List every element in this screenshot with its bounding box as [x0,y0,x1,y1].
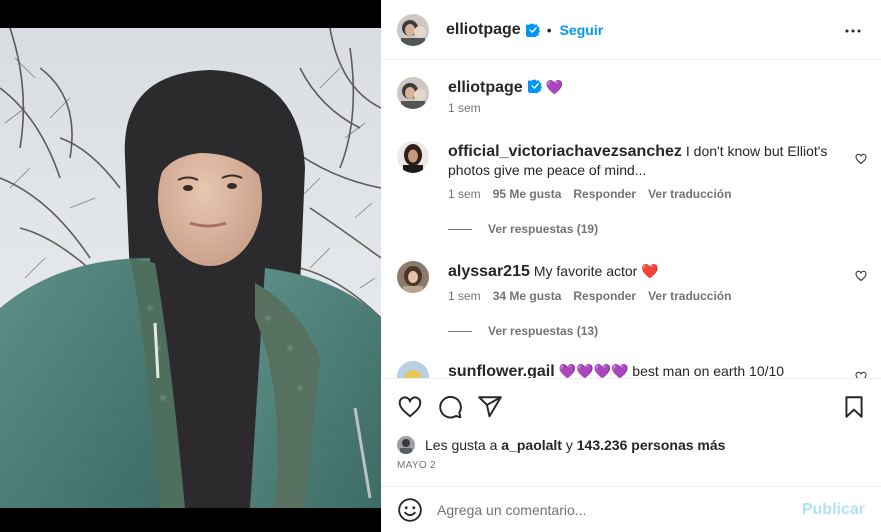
author-avatar-image [397,13,429,46]
likes-middle: y [565,437,573,453]
comment-like-heart-icon[interactable] [855,270,867,282]
verified-badge-icon [527,79,542,93]
comment-like-heart-icon[interactable] [855,153,867,165]
more-options-icon[interactable] [844,22,862,40]
comment-text: official_victoriachavezsanchez I don't kn… [448,142,858,179]
reply-button[interactable]: Responder [573,187,636,201]
comment-text: alyssar215 My favorite actor ❤️ [448,262,858,281]
post-details-panel: elliotpage • Seguir elliotpage 💜 1 sem o… [381,0,881,532]
verified-badge-icon [525,22,540,37]
comment-like-count[interactable]: 95 Me gusta [493,187,562,201]
emoji-icon[interactable] [397,497,423,523]
likes-prefix: Les gusta a [425,437,498,453]
commenter-avatar-image [397,141,429,173]
comment-like-count[interactable]: 34 Me gusta [493,289,562,303]
commenter-avatar-image [397,261,429,293]
post-media[interactable] [0,0,381,532]
commenter-avatar[interactable] [397,141,429,173]
comment-body: 💜💜💜💜 best man on earth 10/10 [558,363,785,378]
replies-divider-line [448,330,472,332]
comment-composer: Publicar [381,486,881,532]
translate-button[interactable]: Ver traducción [648,187,731,201]
post-photo-image [0,28,381,508]
caption-meta: 1 sem [448,101,481,115]
post-header: elliotpage • Seguir [381,0,881,60]
post-date[interactable]: MAYO 2 [397,460,436,471]
follow-button[interactable]: Seguir [560,22,604,38]
replies-divider-line [448,228,472,230]
share-icon[interactable] [477,394,503,420]
caption-emoji: 💜 [545,79,564,95]
likes-summary: Les gusta a a_paolalt y 143.236 personas… [397,436,725,454]
caption-text: elliotpage 💜 [448,78,858,97]
comment-item: official_victoriachavezsanchez I don't kn… [397,141,867,241]
liker-avatar[interactable] [397,436,415,454]
comment-item: alyssar215 My favorite actor ❤️ 1 sem 34 … [397,261,867,341]
heart-icon[interactable] [397,394,423,420]
commenter-avatar[interactable] [397,261,429,293]
likes-user[interactable]: a_paolalt [501,437,562,453]
comment-timestamp[interactable]: 1 sem [448,289,481,303]
publish-button[interactable]: Publicar [802,501,865,519]
comment-meta: 1 sem 34 Me gusta Responder Ver traducci… [448,289,731,303]
comment-like-heart-icon[interactable] [855,371,867,378]
likes-count[interactable]: 143.236 personas más [577,437,726,453]
comment-item: sunflower.gail 💜💜💜💜 best man on earth 10/… [397,361,867,378]
caption-username[interactable]: elliotpage [448,79,523,96]
bookmark-icon[interactable] [841,394,867,420]
caption-avatar[interactable] [397,77,429,109]
view-replies-button[interactable]: Ver respuestas (13) [448,324,598,338]
comment-meta: 1 sem 95 Me gusta Responder Ver traducci… [448,187,731,201]
comment-body: My favorite actor ❤️ [533,263,659,279]
view-replies-label: Ver respuestas (13) [488,324,599,338]
post-actions-bar [381,378,881,432]
comment-username[interactable]: alyssar215 [448,263,530,280]
comment-username[interactable]: official_victoriachavezsanchez [448,143,682,160]
commenter-avatar-image [397,361,429,378]
post-photo[interactable] [0,28,381,508]
comment-username[interactable]: sunflower.gail [448,363,555,378]
comment-icon[interactable] [437,394,463,420]
comment-text: sunflower.gail 💜💜💜💜 best man on earth 10/… [448,362,858,378]
commenter-avatar[interactable] [397,361,429,378]
translate-button[interactable]: Ver traducción [648,289,731,303]
caption-timestamp[interactable]: 1 sem [448,101,481,115]
view-replies-label: Ver respuestas (19) [488,222,599,236]
comment-timestamp[interactable]: 1 sem [448,187,481,201]
caption-avatar-image [397,77,429,109]
liker-avatar-image [397,436,415,454]
caption: elliotpage 💜 1 sem [397,77,867,117]
author-username[interactable]: elliotpage [446,21,521,39]
comments-list[interactable]: elliotpage 💜 1 sem official_victoriachav… [381,61,881,378]
view-replies-button[interactable]: Ver respuestas (19) [448,222,598,236]
comment-input[interactable] [437,501,787,518]
header-separator: • [546,21,552,38]
reply-button[interactable]: Responder [573,289,636,303]
author-avatar[interactable] [397,13,429,46]
